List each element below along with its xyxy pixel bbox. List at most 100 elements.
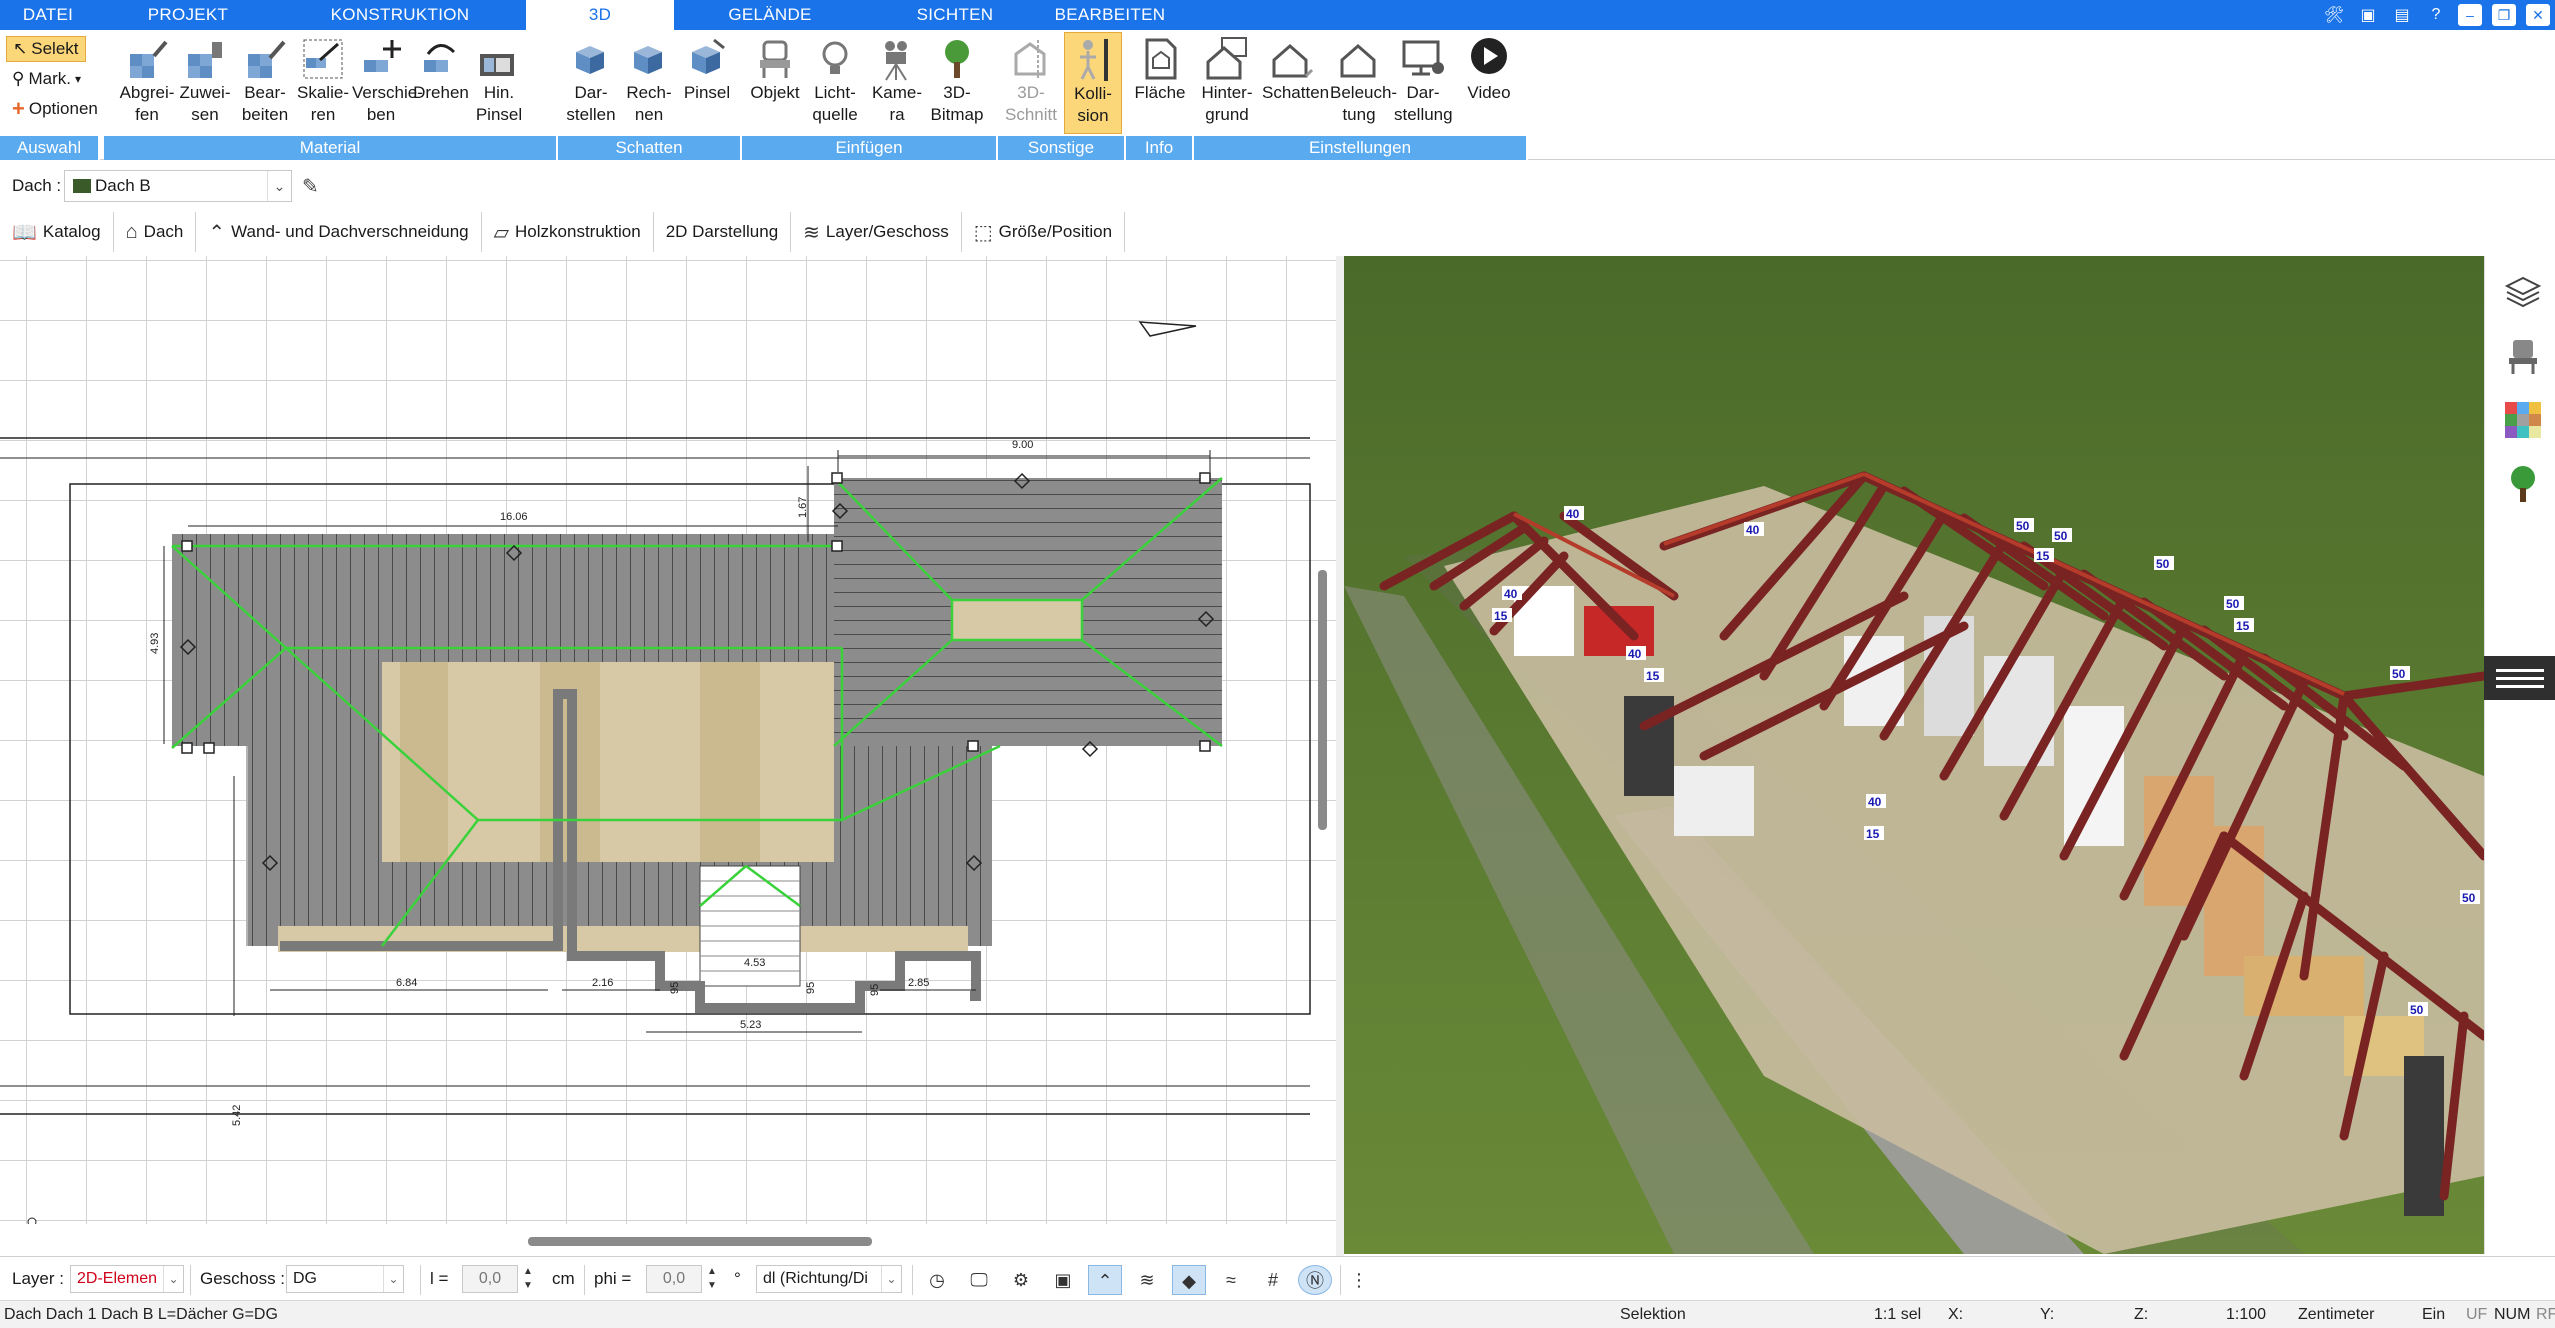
furniture-chair-icon[interactable] (2503, 336, 2543, 376)
hin-pinsel-button[interactable]: Hin. Pinsel (470, 32, 528, 134)
objekt-button[interactable]: Objekt (746, 32, 804, 134)
phi-input[interactable]: 0,0 (646, 1265, 702, 1293)
tab-konstruktion[interactable]: KONSTRUKTION (320, 0, 480, 30)
tab-3d[interactable]: 3D (526, 0, 674, 30)
dach-button[interactable]: ⌂ Dach (114, 212, 197, 252)
lichtquelle-button[interactable]: Licht- quelle (806, 32, 864, 134)
horizontal-scrollbar[interactable] (528, 1237, 872, 1246)
edit-material-icon (248, 40, 286, 78)
abgreifen-button[interactable]: Abgrei- fen (118, 32, 176, 134)
background-house-icon (1206, 37, 1247, 80)
dim-label: 95 (869, 984, 881, 996)
person-collision-icon (1080, 39, 1108, 81)
minimize-icon[interactable]: – (2458, 4, 2482, 26)
object-select[interactable]: Dach B ⌄ (64, 170, 292, 202)
beleuchtung-button[interactable]: Beleuch- tung (1330, 32, 1397, 134)
mark-button[interactable]: ⚲ Mark. ▾ (6, 66, 81, 92)
material-palette-icon[interactable] (2503, 400, 2543, 440)
status-y: Y: (2040, 1306, 2055, 1323)
status-mode: Selektion (1620, 1306, 1686, 1323)
pencil-icon[interactable]: ✎ (302, 174, 319, 199)
area-info-icon (1145, 38, 1177, 80)
right-sidebar (2484, 256, 2555, 1254)
clock-icon[interactable]: ◷ (920, 1265, 954, 1295)
view-3d[interactable]: 40 40 40 40 40 15 15 15 15 15 50 50 50 5… (1344, 256, 2484, 1254)
layers-stack-icon[interactable] (2503, 272, 2543, 312)
hamburger-menu-icon[interactable] (2484, 656, 2555, 700)
roof-snap-icon[interactable]: ⌃ (1088, 1265, 1122, 1295)
callout-label: 50 (2462, 891, 2476, 905)
network-icon[interactable]: ⚙ (1004, 1265, 1038, 1295)
selekt-button[interactable]: ↖ Selekt (6, 36, 86, 62)
verschieben-button[interactable]: Verschie- ben (352, 32, 423, 134)
layer-geschoss-button[interactable]: ≋ Layer/Geschoss (791, 212, 962, 252)
plane-icon[interactable]: ◆ (1172, 1265, 1206, 1295)
status-z: Z: (2134, 1306, 2149, 1323)
cube-icon[interactable]: ▣ (2353, 2, 2383, 28)
3d-bitmap-button[interactable]: 3D- Bitmap (928, 32, 986, 134)
rotate-icon (424, 44, 456, 72)
floor-plan-2d[interactable]: 9.00 16.06 4.93 5.42 6.84 2.16 2.85 5.23… (0, 256, 1336, 1256)
dim-label: 4.93 (149, 633, 161, 654)
chevron-down-icon[interactable]: ⌄ (267, 171, 291, 201)
layer-select[interactable]: 2D-Elemen ⌄ (70, 1265, 184, 1293)
tab-datei[interactable]: DATEI (0, 0, 96, 30)
flaeche-button[interactable]: Fläche (1131, 32, 1189, 134)
darstellung-button[interactable]: Dar- stellung (1394, 32, 1453, 134)
tools-icon[interactable]: 🛠 (2319, 2, 2349, 28)
bearbeiten-button[interactable]: Bear- beiten (236, 32, 294, 134)
rechnen-button[interactable]: Rech- nen (620, 32, 678, 134)
dim-label: 1.67 (797, 497, 809, 518)
roof-icon (73, 179, 91, 193)
view-splitter[interactable] (1336, 256, 1344, 1256)
layers-icon[interactable]: ▤ (2387, 2, 2417, 28)
tab-sichten[interactable]: SICHTEN (890, 0, 1020, 30)
pinsel-button[interactable]: Pinsel (678, 32, 736, 134)
length-stepper[interactable]: ▲ ▼ (518, 1265, 538, 1295)
zuweisen-button[interactable]: Zuwei- sen (176, 32, 234, 134)
more-options-icon[interactable]: ⋮ (1342, 1265, 1376, 1295)
tab-gelaende[interactable]: GELÄNDE (700, 0, 840, 30)
dim-label: 4.53 (744, 957, 765, 969)
vertical-scrollbar[interactable] (1318, 570, 1327, 830)
direction-select[interactable]: dl (Richtung/Di ⌄ (756, 1265, 902, 1293)
close-icon[interactable]: ✕ (2526, 4, 2550, 26)
optionen-button[interactable]: + Optionen (6, 96, 98, 122)
chevron-down-icon: ⌄ (383, 1266, 403, 1292)
camera-icon (885, 41, 907, 81)
phi-stepper[interactable]: ▲ ▼ (702, 1265, 722, 1295)
layer-copy-icon[interactable]: ▣ (1046, 1265, 1080, 1295)
groesse-position-button[interactable]: ⬚ Größe/Position (962, 212, 1126, 252)
video-button[interactable]: Video (1460, 32, 1518, 134)
restore-icon[interactable]: ❐ (2492, 4, 2516, 26)
hintergrund-button[interactable]: Hinter- grund (1198, 32, 1256, 134)
plant-tree-icon[interactable] (2503, 464, 2543, 504)
waves-icon[interactable]: ≈ (1214, 1265, 1248, 1295)
3d-schnitt-button[interactable]: 3D- Schnitt (1002, 32, 1060, 134)
katalog-button[interactable]: 📖 Katalog (0, 212, 114, 252)
darstellen-button[interactable]: Dar- stellen (562, 32, 620, 134)
separator (420, 1265, 421, 1295)
status-selection: 1:1 sel (1874, 1306, 1922, 1323)
length-input[interactable]: 0,0 (462, 1265, 518, 1293)
tab-bearbeiten[interactable]: BEARBEITEN (1050, 0, 1170, 30)
holzkonstruktion-button[interactable]: ▱ Holzkonstruktion (482, 212, 654, 252)
hatch-icon[interactable]: ≋ (1130, 1265, 1164, 1295)
shadow-brush-icon (692, 38, 725, 74)
2d-darstellung-button[interactable]: 2D Darstellung (654, 212, 792, 252)
size-position-icon: ⬚ (973, 221, 993, 244)
callout-label: 40 (1746, 523, 1760, 537)
drehen-button[interactable]: Drehen (412, 32, 470, 134)
wand-dachverschneidung-button[interactable]: ⌃ Wand- und Dachverschneidung (196, 212, 482, 252)
monitor-icon[interactable]: 🖵 (962, 1265, 996, 1295)
dim-label: 2.16 (592, 977, 613, 989)
kamera-button[interactable]: Kame- ra (868, 32, 926, 134)
tab-projekt[interactable]: PROJEKT (118, 0, 258, 30)
kollision-button[interactable]: Kolli- sion (1064, 32, 1122, 134)
skalieren-button[interactable]: Skalie- ren (294, 32, 352, 134)
geschoss-select[interactable]: DG ⌄ (286, 1265, 404, 1293)
grid-icon[interactable]: # (1256, 1265, 1290, 1295)
north-icon[interactable]: Ⓝ (1298, 1265, 1332, 1295)
help-icon[interactable]: ? (2421, 2, 2451, 28)
schatten-settings-button[interactable]: Schatten (1262, 32, 1329, 134)
